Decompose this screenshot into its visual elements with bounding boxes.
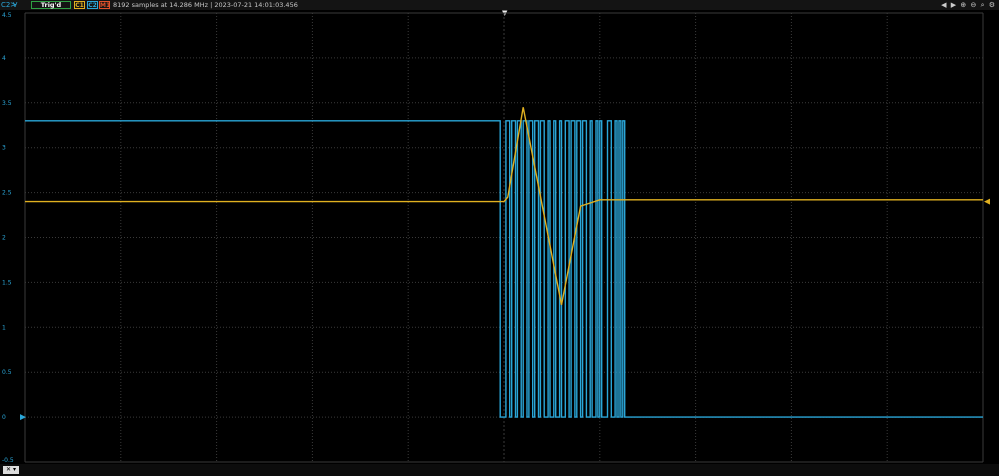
y-tick-label: 0 xyxy=(2,414,6,421)
channel-c1-toggle[interactable]: C1 xyxy=(74,1,85,9)
y-axis-ticks: 4.5 4 3.5 3 2.5 2 1.5 1 0.5 0 -0.5 xyxy=(2,12,14,464)
y-tick-label: 1 xyxy=(2,324,6,331)
timebase-bar: ✕ ▾ xyxy=(0,464,999,476)
run-stop-button[interactable]: > xyxy=(10,0,17,10)
y-tick-label: -0.5 xyxy=(2,457,14,464)
y-tick-label: 3 xyxy=(2,145,6,152)
zoom-in-icon[interactable]: ⊕ xyxy=(960,1,966,9)
scroll-left-icon[interactable]: ◀ xyxy=(941,1,946,9)
y-tick-label: 2 xyxy=(2,235,6,242)
y-tick-label: 0.5 xyxy=(2,369,12,376)
toolbar: C2 V > Trig'd C1 C2 M1 8192 samples at 1… xyxy=(0,0,999,10)
c1-trigger-level-marker-icon[interactable] xyxy=(984,198,990,205)
waveform-plot[interactable]: 4.543.532.521.510.50-0.5 -250 us-200 us-… xyxy=(0,10,999,464)
y-tick-label: 4.5 xyxy=(2,12,12,19)
zoom-menu-button[interactable]: ✕ ▾ xyxy=(3,466,19,474)
channel-c2-toggle[interactable]: C2 xyxy=(87,1,98,9)
scroll-right-icon[interactable]: ▶ xyxy=(951,1,956,9)
acquisition-info: 8192 samples at 14.286 MHz | 2023-07-21 … xyxy=(113,1,298,9)
channel-markers xyxy=(20,198,990,421)
trigger-status-badge[interactable]: Trig'd xyxy=(31,1,71,9)
y-tick-label: 4 xyxy=(2,55,6,62)
toolbar-icons: ◀ ▶ ⊕ ⊖ ⌕ ⚙ xyxy=(939,0,995,10)
y-tick-label: 1.5 xyxy=(2,279,12,286)
search-icon[interactable]: ⌕ xyxy=(981,1,985,9)
y-tick-label: 2.5 xyxy=(2,190,12,197)
math-m1-toggle[interactable]: M1 xyxy=(99,1,110,9)
y-tick-label: 3.5 xyxy=(2,100,12,107)
zoom-out-icon[interactable]: ⊖ xyxy=(970,1,976,9)
plot-grid xyxy=(24,12,984,463)
gear-icon[interactable]: ⚙ xyxy=(989,1,995,9)
